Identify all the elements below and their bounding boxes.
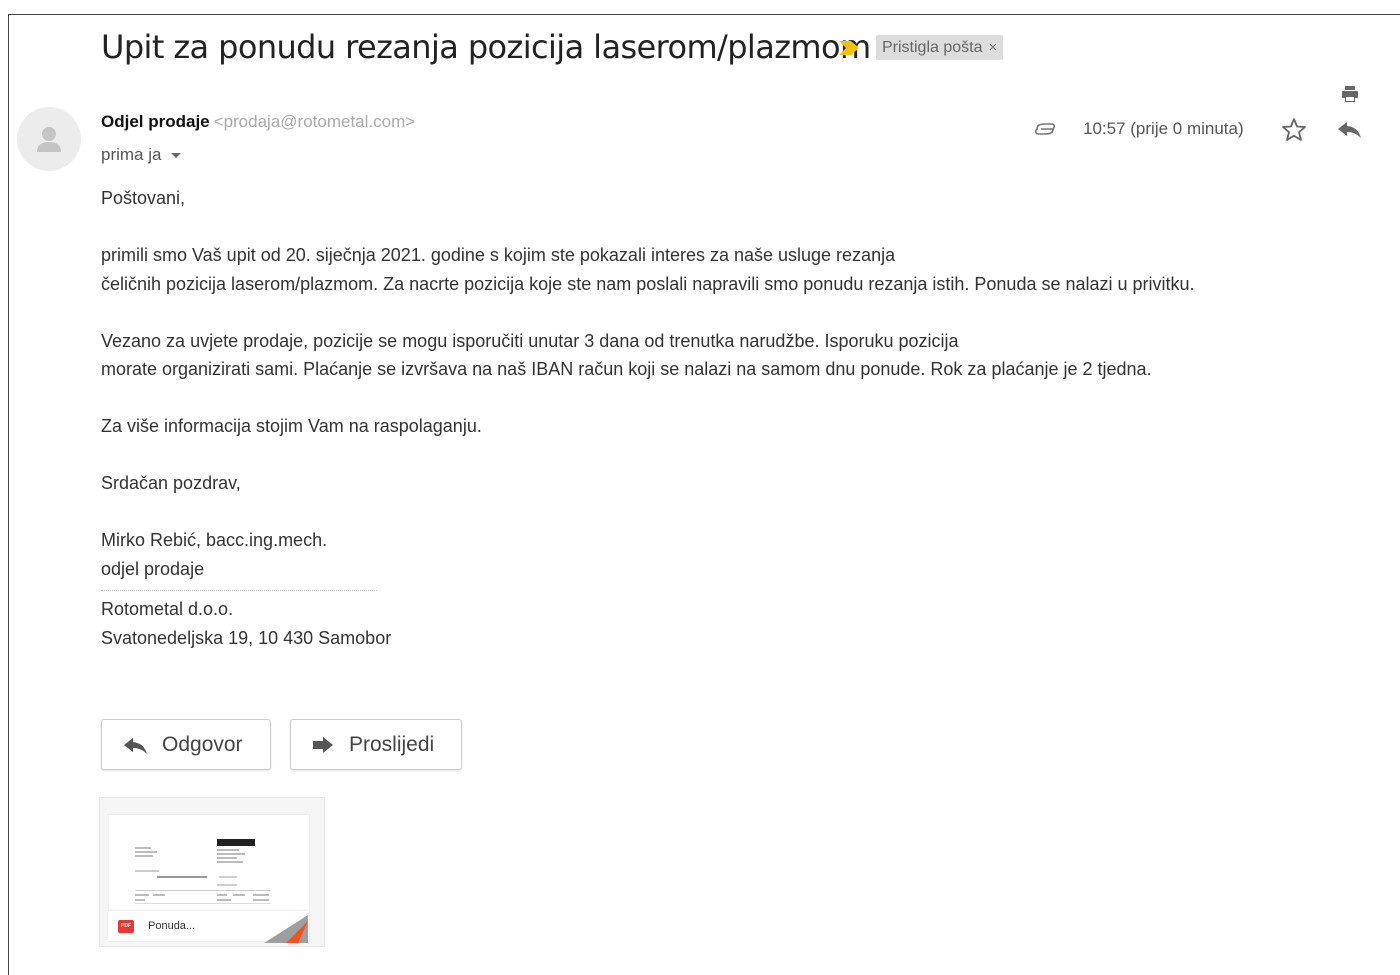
signature-divider — [101, 590, 377, 591]
attachment-card[interactable]: PDF Ponuda... — [99, 797, 325, 947]
importance-marker-icon[interactable] — [837, 39, 861, 57]
email-body: Poštovani, primili smo Vaš upit od 20. s… — [101, 184, 1381, 652]
reply-icon[interactable] — [1336, 119, 1362, 139]
chevron-down-icon[interactable] — [171, 153, 182, 159]
timestamp: 10:57 (prije 0 minuta) — [1083, 119, 1244, 138]
recipient-text: prima ja — [101, 145, 162, 164]
greeting: Poštovani, — [101, 188, 186, 208]
body-paragraph-3: Za više informacija stojim Vam na raspol… — [101, 416, 482, 436]
forward-icon — [313, 736, 333, 753]
page-curl-icon — [264, 915, 308, 943]
remove-label-icon[interactable]: × — [989, 39, 998, 56]
closing: Srdačan pozdrav, — [101, 473, 241, 493]
signature-department: odjel prodaje — [101, 558, 205, 579]
attachment-name: Ponuda... — [148, 920, 196, 932]
forward-button[interactable]: Proslijedi — [290, 719, 462, 770]
body-paragraph-2-line-2: morate organizirati sami. Plaćanje se iz… — [101, 359, 1152, 379]
body-paragraph-1-line-1: primili smo Vaš upit od 20. siječnja 202… — [101, 245, 896, 265]
star-icon[interactable] — [1281, 117, 1307, 141]
reply-icon — [124, 737, 147, 754]
reply-button[interactable]: Odgovor — [101, 719, 271, 770]
pdf-icon: PDF — [118, 919, 134, 933]
avatar — [17, 107, 81, 171]
print-icon[interactable] — [1340, 84, 1360, 104]
company-address: Svatonedeljska 19, 10 430 Samobor — [101, 627, 392, 648]
forward-button-label: Proslijedi — [349, 732, 435, 756]
email-subject: Upit za ponudu rezanja pozicija laserom/… — [101, 28, 871, 66]
sender-name: Odjel prodaje — [101, 112, 210, 131]
paperclip-icon — [1034, 123, 1056, 135]
recipient-details[interactable]: prima ja — [101, 145, 182, 165]
company-name: Rotometal d.o.o. — [101, 599, 234, 619]
person-icon — [37, 127, 61, 152]
sender-email: <prodaja@rotometal.com> — [213, 112, 416, 131]
label-chip: Pristigla pošta × — [876, 35, 1004, 60]
body-paragraph-2-line-1: Vezano za uvjete prodaje, pozicije se mo… — [101, 330, 959, 351]
sender: Odjel prodaje <prodaja@rotometal.com> — [101, 112, 415, 132]
signature-name: Mirko Rebić, bacc.ing.mech. — [101, 530, 328, 550]
body-paragraph-1-line-2: čeličnih pozicija laserom/plazmom. Za na… — [101, 273, 1195, 294]
label-text: Pristigla pošta — [882, 39, 983, 56]
reply-button-label: Odgovor — [162, 732, 243, 756]
